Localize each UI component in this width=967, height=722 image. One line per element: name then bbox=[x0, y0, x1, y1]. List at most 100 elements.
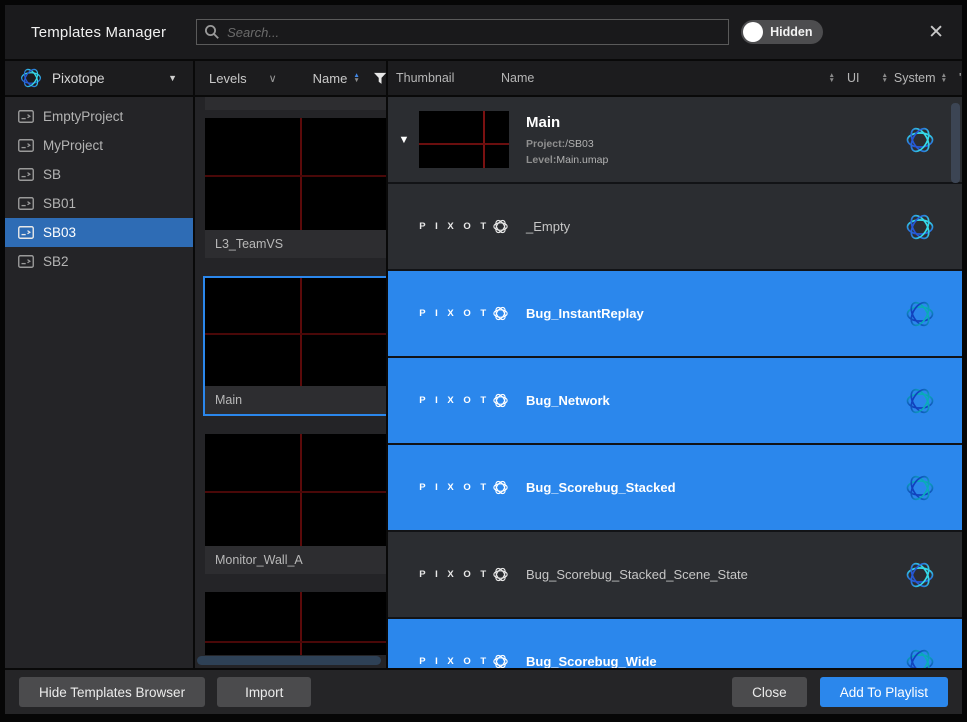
sort-arrows-icon[interactable]: ▲▼ bbox=[353, 73, 359, 83]
search-icon bbox=[204, 24, 220, 40]
import-button[interactable]: Import bbox=[217, 677, 311, 707]
level-name: L3_TeamVS bbox=[205, 230, 386, 258]
hidden-toggle[interactable]: Hidden bbox=[741, 20, 822, 44]
close-button[interactable]: Close bbox=[732, 677, 807, 707]
level-card[interactable]: Monitor_Wall_A bbox=[205, 434, 386, 574]
sidebar-item-label: SB03 bbox=[43, 225, 76, 240]
row-text: Bug_Network bbox=[526, 392, 610, 410]
horizontal-scrollbar[interactable] bbox=[197, 656, 381, 665]
level-thumbnail bbox=[205, 434, 386, 546]
column-header-name[interactable]: Name bbox=[501, 71, 829, 85]
pixotope-logo-text: P I X O T bbox=[419, 308, 489, 319]
row-title: Main bbox=[526, 114, 608, 131]
sidebar-item[interactable]: SB03 bbox=[5, 218, 193, 247]
pixotope-logo-thumbnail: P I X O T bbox=[419, 305, 508, 322]
column-header-system[interactable]: System bbox=[894, 71, 936, 85]
template-row[interactable]: P I X O T Bug_Scorebug_Stacked bbox=[388, 445, 962, 530]
column-header-thumbnail[interactable]: Thumbnail bbox=[396, 71, 501, 85]
template-row[interactable]: P I X O T Bug_InstantReplay bbox=[388, 271, 962, 356]
crosshair-vertical-line bbox=[300, 118, 302, 230]
close-icon[interactable]: ✕ bbox=[928, 23, 944, 42]
project-selector[interactable]: Pixotope ▼ bbox=[5, 61, 193, 97]
sidebar-item[interactable]: MyProject bbox=[5, 131, 193, 160]
pixotope-logo-text: P I X O T bbox=[419, 656, 489, 667]
row-text: Bug_Scorebug_Stacked bbox=[526, 479, 676, 497]
pixotope-logo-thumbnail: P I X O T bbox=[419, 392, 508, 409]
row-thumbnail: P I X O T bbox=[416, 392, 512, 409]
vertical-scrollbar-thumb[interactable] bbox=[951, 103, 960, 183]
level-name: Monitor_Wall_A bbox=[205, 546, 386, 574]
pixotope-logo-text: P I X O T bbox=[419, 569, 489, 580]
column-header-ui[interactable]: UI bbox=[847, 71, 860, 85]
pixotope-logo-text: P I X O T bbox=[419, 395, 489, 406]
crosshair-horizontal-line bbox=[205, 491, 386, 493]
level-card[interactable]: L3_TeamVS bbox=[205, 118, 386, 258]
row-name: Bug_Scorebug_Stacked_Scene_State bbox=[526, 567, 748, 582]
projects-panel: Pixotope ▼ EmptyProject MyProject SB SB0… bbox=[5, 61, 195, 668]
filter-funnel-icon[interactable] bbox=[374, 72, 386, 85]
row-text: MainProject:/SB03Level:Main.umap bbox=[526, 114, 608, 166]
row-text: Bug_Scorebug_Wide bbox=[526, 653, 657, 669]
title-bar: Templates Manager Hidden ✕ bbox=[5, 5, 962, 61]
sidebar-item[interactable]: SB01 bbox=[5, 189, 193, 218]
crosshair-horizontal-line bbox=[205, 333, 386, 335]
sort-arrows-icon[interactable]: ▲▼ bbox=[881, 73, 887, 83]
sort-arrows-icon[interactable]: ▲▼ bbox=[829, 73, 835, 83]
expander-icon[interactable]: ▼ bbox=[392, 134, 416, 146]
sidebar-item-label: MyProject bbox=[43, 138, 103, 153]
sidebar-item[interactable]: SB2 bbox=[5, 247, 193, 276]
crosshair-vertical-line bbox=[483, 111, 485, 168]
sidebar-item[interactable]: EmptyProject bbox=[5, 102, 193, 131]
level-card[interactable] bbox=[205, 592, 386, 655]
template-row[interactable]: P I X O T Bug_Scorebug_Stacked_Scene_Sta… bbox=[388, 532, 962, 617]
level-name: Main bbox=[205, 386, 386, 414]
project-icon bbox=[18, 197, 34, 210]
chevron-down-icon[interactable]: ∨ bbox=[269, 72, 277, 85]
level-card-partial[interactable] bbox=[205, 97, 386, 110]
row-name: _Empty bbox=[526, 219, 570, 234]
pixotope-system-icon bbox=[904, 298, 936, 330]
template-row[interactable]: P I X O T Bug_Network bbox=[388, 358, 962, 443]
toggle-knob bbox=[743, 22, 763, 42]
footer-bar: Hide Templates Browser Import Close Add … bbox=[5, 668, 962, 714]
hide-templates-browser-button[interactable]: Hide Templates Browser bbox=[19, 677, 205, 707]
pixotope-system-icon bbox=[904, 124, 936, 156]
row-name: Bug_InstantReplay bbox=[526, 306, 644, 321]
levels-sort-by-name[interactable]: Name bbox=[313, 71, 348, 86]
crosshair-horizontal-line bbox=[205, 641, 386, 643]
column-header-partial: ' bbox=[959, 71, 962, 85]
pixotope-system-icon bbox=[904, 559, 936, 591]
pixotope-logo-atom-icon bbox=[492, 566, 509, 583]
row-thumbnail: P I X O T bbox=[416, 566, 512, 583]
pixotope-system-icon bbox=[904, 646, 936, 669]
level-thumbnail bbox=[419, 111, 509, 168]
add-to-playlist-button[interactable]: Add To Playlist bbox=[820, 677, 948, 707]
level-thumbnail bbox=[205, 278, 386, 386]
pixotope-logo-atom-icon bbox=[492, 653, 509, 668]
level-thumbnail bbox=[205, 592, 386, 655]
sidebar-item[interactable]: SB bbox=[5, 160, 193, 189]
level-card[interactable]: Main bbox=[203, 276, 386, 416]
row-thumbnail: P I X O T bbox=[416, 653, 512, 668]
pixotope-logo-atom-icon bbox=[492, 479, 509, 496]
template-row[interactable]: P I X O T Bug_Scorebug_Wide bbox=[388, 619, 962, 668]
sidebar-item-label: SB bbox=[43, 167, 61, 182]
table-header: Thumbnail Name ▲▼ UI ▲▼ System ▲▼ ' bbox=[388, 61, 962, 97]
levels-dropdown[interactable]: Levels bbox=[209, 71, 247, 86]
pixotope-logo-thumbnail: P I X O T bbox=[419, 479, 508, 496]
meta-label: Project: bbox=[526, 138, 565, 150]
crosshair-vertical-line bbox=[300, 278, 302, 386]
template-row[interactable]: P I X O T _Empty bbox=[388, 184, 962, 269]
crosshair-horizontal-line bbox=[205, 175, 386, 177]
row-meta-line: Project:/SB03 bbox=[526, 138, 608, 150]
row-text: Bug_InstantReplay bbox=[526, 305, 644, 323]
crosshair-horizontal-line bbox=[419, 143, 509, 145]
search-input[interactable] bbox=[196, 19, 729, 45]
sort-arrows-icon[interactable]: ▲▼ bbox=[941, 73, 947, 83]
project-selector-label: Pixotope bbox=[52, 71, 105, 86]
template-row[interactable]: ▼ MainProject:/SB03Level:Main.umap bbox=[388, 97, 962, 182]
pixotope-logo-thumbnail: P I X O T bbox=[419, 566, 508, 583]
pixotope-system-icon bbox=[904, 211, 936, 243]
window-inner: Templates Manager Hidden ✕ Pixotope bbox=[5, 5, 962, 714]
crosshair-vertical-line bbox=[300, 592, 302, 655]
